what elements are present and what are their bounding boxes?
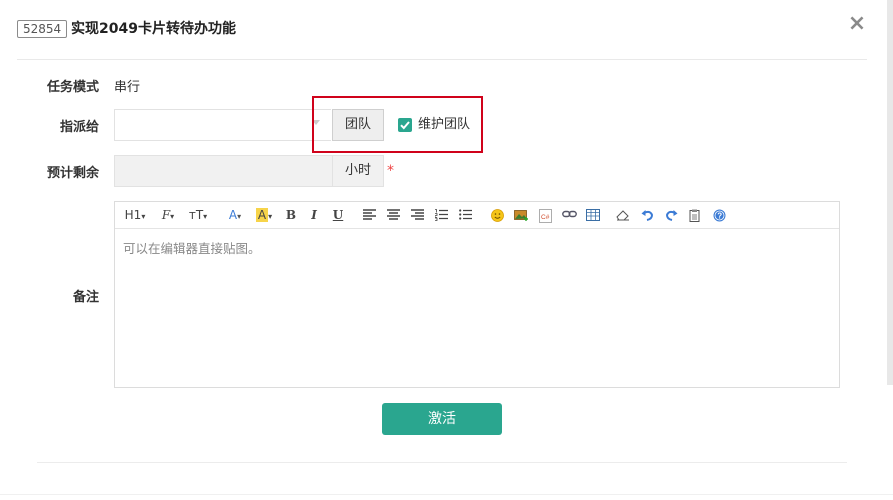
undo-icon[interactable] [639,206,655,225]
hours-unit-addon: 小时 [332,155,384,187]
redo-icon[interactable] [663,206,679,225]
task-id-badge: 52854 [17,20,68,38]
heading-dropdown[interactable]: H1▾ [123,206,147,225]
close-button[interactable]: × [846,12,868,36]
remain-label: 预计剩余 [46,166,99,181]
emoji-icon[interactable] [489,206,505,225]
heading-text: H1 [124,208,142,222]
align-left-icon[interactable] [361,206,377,225]
svg-text:C#: C# [541,214,550,221]
assign-label: 指派给 [59,120,99,135]
ordered-list-icon[interactable] [433,206,449,225]
notes-editor[interactable]: H1▾ F▾ тT▾ A▾ A ▾ B I U C# ? 可以在编辑器直接贴图。 [114,201,840,388]
font-family-text: F [161,208,171,222]
paste-icon[interactable] [687,206,703,225]
font-family-dropdown[interactable]: F▾ [157,206,179,225]
bottom-edge [0,494,893,500]
mode-label: 任务模式 [46,80,99,95]
italic-button[interactable]: I [306,206,322,225]
bg-color-text: A [255,208,269,222]
font-color-text: A [228,208,238,222]
align-right-icon[interactable] [409,206,425,225]
task-title: 实现2049卡片转待办功能 [71,21,236,37]
notes-label: 备注 [72,290,99,305]
footer-divider [37,462,847,463]
image-icon[interactable] [513,206,529,225]
eraser-icon[interactable] [615,206,631,225]
font-size-text: тT [188,208,204,222]
assign-select[interactable] [114,109,331,141]
underline-button[interactable]: U [330,206,346,225]
link-icon[interactable] [561,206,577,225]
code-icon[interactable]: C# [537,206,553,225]
highlight-annotation-box [312,96,483,153]
font-size-dropdown[interactable]: тT▾ [187,206,209,225]
bg-color-dropdown[interactable]: A ▾ [253,206,275,225]
editor-toolbar: H1▾ F▾ тT▾ A▾ A ▾ B I U C# ? [115,202,839,229]
svg-text:?: ? [717,211,722,220]
header-divider [17,59,867,60]
unordered-list-icon[interactable] [457,206,473,225]
mode-value: 串行 [114,80,141,95]
scrollbar-track[interactable] [887,0,893,385]
table-icon[interactable] [585,206,601,225]
align-center-icon[interactable] [385,206,401,225]
required-mark: * [387,163,394,179]
modal-header: 52854 实现2049卡片转待办功能 × [0,0,893,58]
help-icon[interactable]: ? [711,206,727,225]
remain-hours-input[interactable] [114,155,333,187]
font-color-dropdown[interactable]: A▾ [225,206,245,225]
scrollbar-thumb[interactable] [887,0,893,385]
notes-editor-placeholder: 可以在编辑器直接贴图。 [123,241,261,256]
activate-button[interactable]: 激活 [382,403,502,435]
bold-button[interactable]: B [283,206,299,225]
